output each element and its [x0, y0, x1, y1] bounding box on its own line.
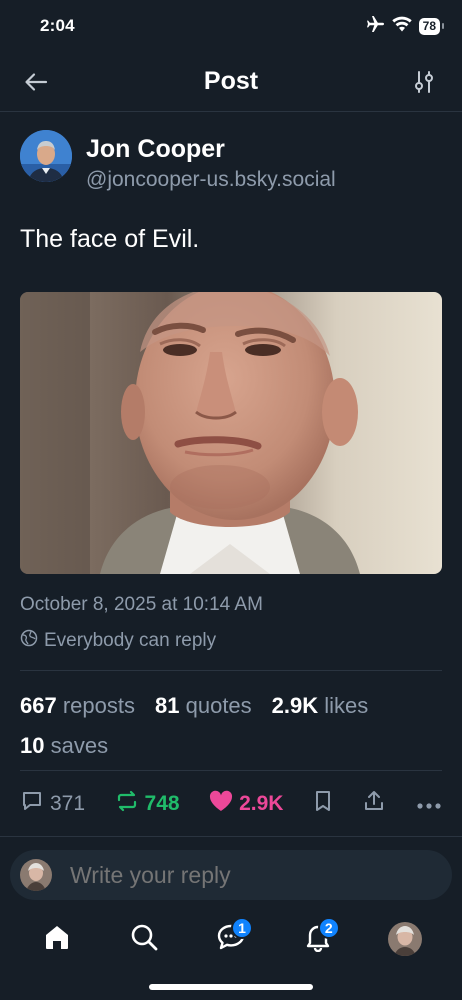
tab-search[interactable] [122, 917, 166, 961]
more-options-button[interactable] [416, 792, 442, 816]
reposts-stat[interactable]: 667 reposts [20, 686, 135, 726]
like-count: 2.9K [239, 792, 284, 815]
thread-settings-icon[interactable] [412, 68, 436, 96]
tab-messages[interactable]: 1 [209, 917, 253, 961]
messages-badge: 1 [230, 917, 253, 939]
airplane-mode-icon [365, 15, 385, 38]
tab-notifications[interactable]: 2 [296, 917, 340, 961]
reply-count: 371 [50, 792, 86, 815]
speech-bubble-icon [20, 789, 44, 819]
engagement-stats: 667 reposts 81 quotes 2.9K likes 10 save… [20, 686, 442, 766]
bookmark-icon [313, 789, 333, 819]
repost-button[interactable]: 748 [115, 789, 180, 819]
page-title: Post [203, 67, 259, 95]
reply-setting-label: Everybody can reply [44, 630, 217, 651]
post-timestamp: October 8, 2025 at 10:14 AM [20, 594, 263, 615]
likes-stat[interactable]: 2.9K likes [272, 686, 369, 726]
author-text: Jon Cooper @joncooper-us.bsky.social [86, 130, 336, 194]
notifications-badge: 2 [317, 917, 340, 939]
author-avatar[interactable] [20, 130, 72, 182]
home-indicator [149, 984, 313, 990]
heart-icon [209, 790, 233, 818]
divider [20, 770, 442, 771]
post-header: Post [0, 52, 462, 112]
wifi-icon [391, 16, 412, 37]
status-icons: 78 [365, 15, 445, 38]
status-time: 2:04 [40, 16, 75, 35]
divider [0, 836, 462, 837]
bottom-tab-bar: 1 2 [0, 912, 462, 966]
tab-profile[interactable] [383, 917, 427, 961]
divider [20, 670, 442, 671]
author-handle[interactable]: @joncooper-us.bsky.social [86, 166, 336, 194]
post-image[interactable] [20, 292, 442, 574]
like-button[interactable]: 2.9K [209, 790, 283, 818]
post-text: The face of Evil. [20, 225, 200, 253]
reply-button[interactable]: 371 [20, 789, 85, 819]
quotes-stat[interactable]: 81 quotes [155, 686, 252, 726]
repost-count: 748 [144, 792, 180, 815]
bookmark-button[interactable] [313, 789, 333, 819]
home-icon [42, 922, 72, 957]
author-name[interactable]: Jon Cooper [86, 134, 336, 164]
reply-composer[interactable] [10, 850, 452, 900]
saves-stat: 10 saves [20, 733, 109, 758]
battery-indicator: 78 [418, 17, 445, 35]
globe-icon [20, 629, 38, 653]
search-icon [129, 922, 159, 957]
share-icon [362, 789, 386, 819]
reply-setting[interactable]: Everybody can reply [20, 629, 216, 653]
post-actions: 371 748 2.9K [20, 782, 442, 826]
profile-avatar [387, 922, 422, 956]
status-bar: 2:04 78 [0, 0, 462, 52]
back-arrow-icon[interactable] [22, 68, 50, 96]
ellipsis-icon [416, 792, 442, 816]
post-author[interactable]: Jon Cooper @joncooper-us.bsky.social [20, 130, 442, 191]
reply-input[interactable] [70, 861, 430, 889]
share-button[interactable] [362, 789, 386, 819]
tab-home[interactable] [35, 917, 79, 961]
repost-icon [115, 789, 139, 819]
user-avatar [20, 859, 52, 891]
